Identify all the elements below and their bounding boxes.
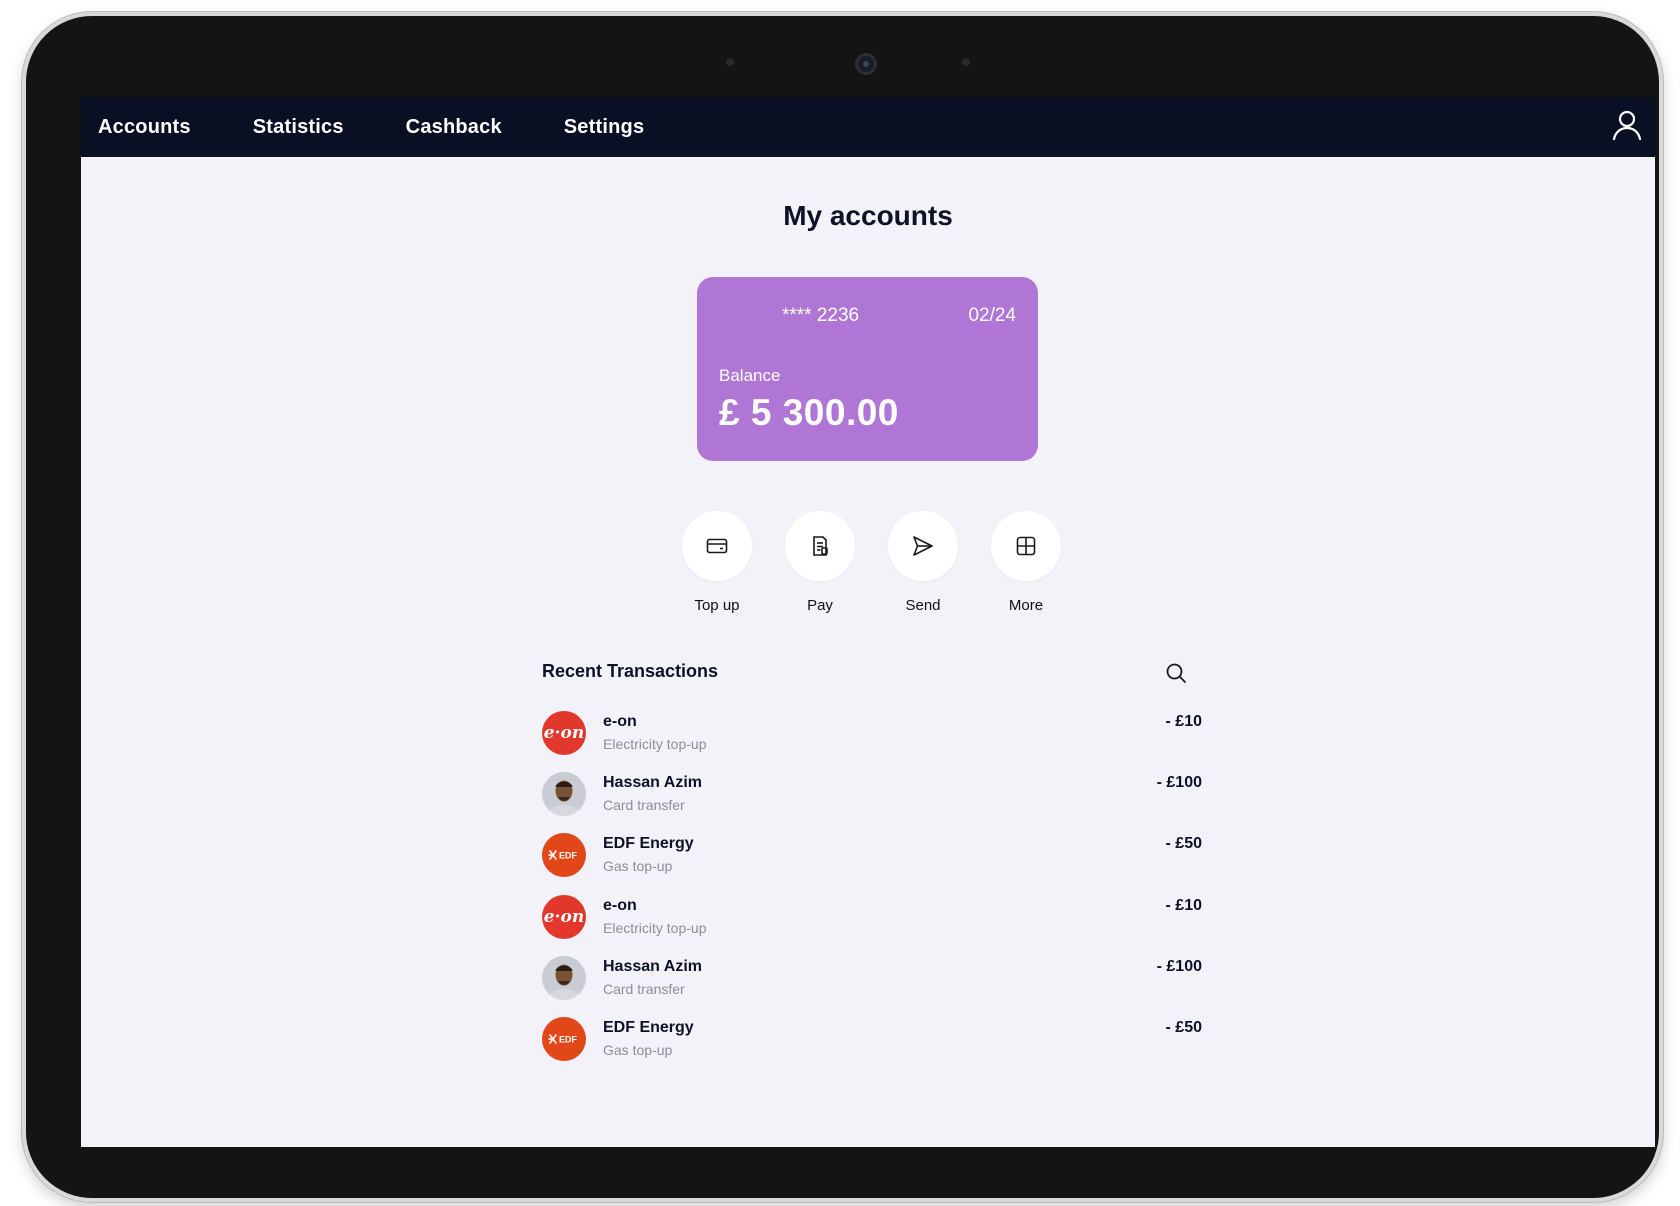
top-up-button[interactable]: Top up xyxy=(681,511,753,614)
transaction-row[interactable]: EDF EDF Energy Gas top-up - £50 xyxy=(542,1016,1202,1078)
receipt-icon xyxy=(813,536,828,556)
transaction-row[interactable]: EDF EDF Energy Gas top-up - £50 xyxy=(542,833,1202,894)
transaction-name: EDF Energy xyxy=(603,1018,694,1036)
account-card[interactable]: **** 2236 02/24 Balance £ 5 300.00 xyxy=(697,277,1038,461)
transaction-name: e-on xyxy=(603,713,637,730)
send-label: Send xyxy=(905,597,941,614)
recent-transactions-title: Recent Transactions xyxy=(542,661,719,681)
nav-item-accounts[interactable]: Accounts xyxy=(98,116,191,139)
transaction-name: Hassan Azim xyxy=(603,957,702,975)
card-expiry: 02/24 xyxy=(968,305,1016,326)
transaction-name: e-on xyxy=(603,896,637,914)
card-icon xyxy=(706,538,728,554)
grid-icon xyxy=(1016,536,1036,556)
more-circle xyxy=(991,511,1061,581)
user-icon[interactable] xyxy=(1611,109,1643,141)
top-up-label: Top up xyxy=(694,597,740,614)
transaction-amount: - £50 xyxy=(1165,1018,1202,1036)
card-number: **** 2236 xyxy=(782,305,860,326)
nav-item-statistics[interactable]: Statistics xyxy=(253,116,344,139)
more-button[interactable]: More xyxy=(990,511,1062,614)
send-circle xyxy=(888,511,958,581)
svg-text:EDF: EDF xyxy=(559,1034,578,1044)
transaction-description: Card transfer xyxy=(603,797,685,814)
transaction-name: Hassan Azim xyxy=(603,774,702,792)
pay-button[interactable]: Pay xyxy=(784,511,856,614)
transaction-row[interactable]: Hassan Azim Card transfer - £100 xyxy=(542,955,1202,1017)
pay-label: Pay xyxy=(807,597,833,614)
send-icon xyxy=(913,536,933,556)
transaction-description: Card transfer xyxy=(603,980,685,997)
transaction-description: Electricity top-up xyxy=(603,736,707,752)
transaction-amount: - £10 xyxy=(1165,713,1202,730)
balance-label: Balance xyxy=(719,366,781,385)
transaction-name: EDF Energy xyxy=(603,835,694,853)
more-label: More xyxy=(1008,597,1044,614)
transaction-row[interactable]: e·on e-on Electricity top-up - £10 xyxy=(542,711,1202,772)
transaction-amount: - £50 xyxy=(1165,835,1202,853)
transaction-row[interactable]: Hassan Azim Card transfer - £100 xyxy=(542,772,1202,833)
transaction-amount: - £100 xyxy=(1156,774,1202,792)
edf-logo-icon: EDF xyxy=(542,833,586,878)
top-navigation: Accounts Statistics Cashback Settings xyxy=(81,97,1655,157)
pay-circle xyxy=(785,511,855,581)
search-icon[interactable] xyxy=(1164,661,1188,685)
camera-lens xyxy=(855,53,877,75)
sensor-dot xyxy=(962,58,970,66)
app-screen: Accounts Statistics Cashback Settings My… xyxy=(81,97,1655,1147)
transaction-description: Gas top-up xyxy=(603,1041,673,1058)
edf-logo-icon: EDF xyxy=(542,1016,586,1061)
eon-logo-icon: e·on xyxy=(542,894,586,939)
page-title: My accounts xyxy=(783,200,953,231)
sensor-dot xyxy=(726,58,734,66)
transaction-list: e·on e-on Electricity top-up - £10 Hassa… xyxy=(542,711,1202,1078)
send-button[interactable]: Send xyxy=(887,511,959,614)
svg-text:EDF: EDF xyxy=(559,851,578,861)
top-up-circle xyxy=(682,511,752,581)
transaction-amount: - £10 xyxy=(1165,896,1202,914)
eon-logo-icon: e·on xyxy=(542,711,586,755)
transaction-description: Electricity top-up xyxy=(603,919,707,936)
balance-amount: £ 5 300.00 xyxy=(719,392,899,433)
person-avatar-icon xyxy=(542,772,586,817)
transaction-description: Gas top-up xyxy=(603,858,673,875)
nav-item-cashback[interactable]: Cashback xyxy=(406,116,502,139)
transaction-amount: - £100 xyxy=(1156,957,1202,975)
nav-item-settings[interactable]: Settings xyxy=(564,116,645,139)
transaction-row[interactable]: e·on e-on Electricity top-up - £10 xyxy=(542,894,1202,956)
person-avatar-icon xyxy=(542,955,586,1000)
tablet-frame: Accounts Statistics Cashback Settings My… xyxy=(22,12,1663,1202)
